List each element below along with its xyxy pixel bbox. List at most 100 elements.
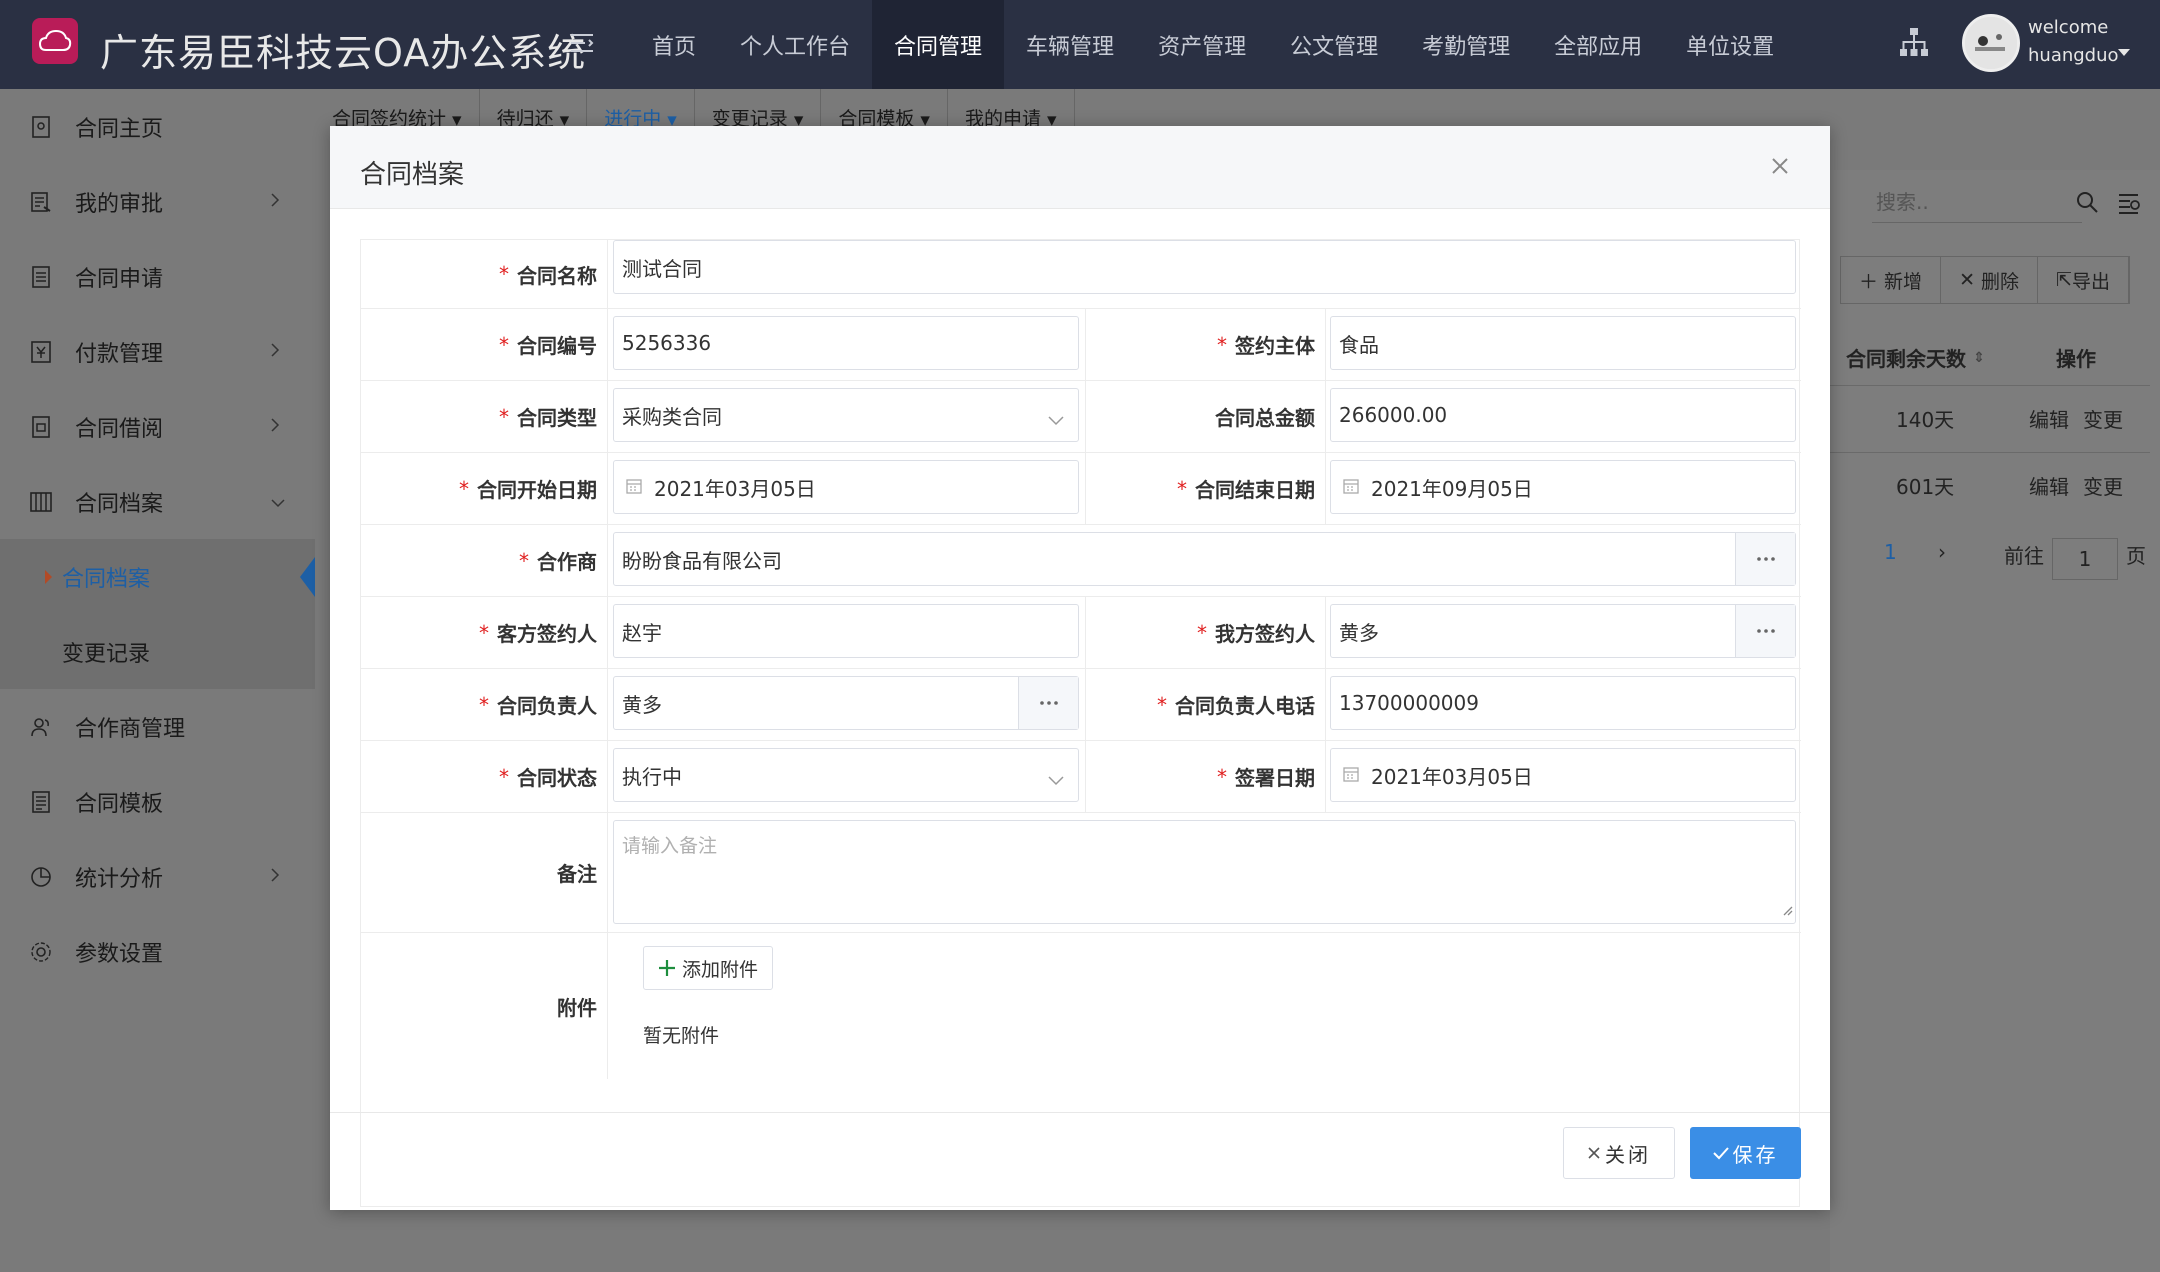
calendar-icon [1343,763,1359,787]
tab-signing-stats[interactable]: 合同签约统计 ▾ [315,89,480,131]
sidebar-item-settings[interactable]: 参数设置 [0,914,315,989]
sidebar-item-label: 合同模板 [75,791,164,817]
sidebar-item-my-approval[interactable]: 我的审批 [0,164,315,239]
delete-button-label: 删除 [1981,270,2020,293]
chevron-right-icon [270,189,280,214]
user-info[interactable]: welcome huangduo [2028,14,2119,70]
sidebar-item-archive[interactable]: 合同档案 [0,464,315,539]
signing-party-input[interactable]: 食品 [1330,316,1796,370]
contract-type-select[interactable]: 采购类合同 [613,388,1079,442]
tab-my-applications[interactable]: 我的申请 ▾ [948,89,1075,131]
contract-name-input[interactable]: 测试合同 [613,240,1796,294]
sidebar-item-contract-home[interactable]: 合同主页 [0,89,315,164]
edit-link[interactable]: 编辑 [2029,398,2069,438]
sort-icon[interactable]: ⇕ [1973,350,1985,366]
add-attachment-button[interactable]: 添加附件 [643,946,773,990]
nav-home[interactable]: 首页 [630,0,718,89]
column-header-remaining-days[interactable]: 合同剩余天数 ⇕ [1846,330,1985,385]
org-chart-icon[interactable] [1898,26,1930,63]
end-date-picker[interactable]: 2021年09月05日 [1330,460,1796,514]
sidebar-item-label: 我的审批 [75,191,164,217]
status-select[interactable]: 执行中 [613,748,1079,802]
cell-divider [607,381,608,452]
cell-divider [1325,669,1326,740]
more-icon[interactable] [1735,605,1795,657]
cell-divider [607,525,608,596]
delete-button[interactable]: ✕ 删除 [1941,257,2039,303]
resize-handle-icon[interactable] [1781,899,1793,921]
contract-number-input[interactable]: 5256336 [613,316,1079,370]
pager-next-icon[interactable]: › [1938,540,1946,564]
tab-pending-return[interactable]: 待归还 ▾ [480,89,588,131]
cell-divider [607,309,608,380]
more-icon[interactable] [1018,677,1078,729]
nav-attendance[interactable]: 考勤管理 [1400,0,1532,89]
sign-date-picker[interactable]: 2021年03月05日 [1330,748,1796,802]
sidebar-subitem-change-log[interactable]: 变更记录 [0,614,315,689]
tab-templates[interactable]: 合同模板 ▾ [821,89,948,131]
manager-input[interactable]: 黄多 [613,676,1079,730]
user-avatar[interactable] [1962,14,2020,72]
advanced-search-icon[interactable] [2118,192,2142,219]
nav-vehicles[interactable]: 车辆管理 [1004,0,1136,89]
chevron-down-icon [1048,767,1064,791]
tab-change-log[interactable]: 变更记录 ▾ [695,89,822,131]
sidebar-item-stats[interactable]: 统计分析 [0,839,315,914]
total-amount-input[interactable]: 266000.00 [1330,388,1796,442]
close-icon[interactable] [1770,156,1790,181]
close-button[interactable]: 关闭 [1563,1127,1675,1179]
partner-label: * 合作商 [361,525,607,596]
menu-toggle-icon[interactable] [570,32,594,59]
remark-textarea[interactable]: 请输入备注 [613,820,1796,924]
input-value: 盼盼食品有限公司 [622,548,782,573]
client-signer-input[interactable]: 赵宇 [613,604,1079,658]
chevron-right-icon [270,864,280,889]
chevron-down-icon [270,489,286,514]
caret-down-icon[interactable] [2118,38,2130,62]
sidebar-item-payment[interactable]: 付款管理 [0,314,315,389]
app-logo [32,18,78,64]
sidebar-item-contract-apply[interactable]: 合同申请 [0,239,315,314]
sidebar: 合同主页 我的审批 合同申请 付款管理 合同借阅 合同档案 合同档案 变更记录 … [0,89,315,1272]
our-signer-input[interactable]: 黄多 [1330,604,1796,658]
sidebar-item-partner[interactable]: 合作商管理 [0,689,315,764]
user-name: huangduo [2028,45,2119,66]
partner-input[interactable]: 盼盼食品有限公司 [613,532,1796,586]
sign-date-label: * 签署日期 [1085,741,1325,812]
search-input[interactable]: 搜索.. [1876,186,1929,215]
nav-all-apps[interactable]: 全部应用 [1532,0,1664,89]
sidebar-item-template[interactable]: 合同模板 [0,764,315,839]
add-button[interactable]: ＋ 新增 [1841,257,1942,303]
partner-icon [30,716,52,738]
cell-divider [607,597,608,668]
field-label: 合同负责人电话 [1175,694,1315,718]
nav-assets[interactable]: 资产管理 [1136,0,1268,89]
save-button[interactable]: 保存 [1690,1127,1801,1179]
sidebar-item-borrow[interactable]: 合同借阅 [0,389,315,464]
required-mark: * [499,332,509,357]
pager-suffix: 页 [2126,544,2146,568]
pager-goto-input[interactable]: 1 [2052,538,2118,580]
required-mark: * [459,476,469,501]
sidebar-item-label: 付款管理 [75,341,164,367]
textarea-placeholder: 请输入备注 [622,835,718,857]
nav-documents[interactable]: 公文管理 [1268,0,1400,89]
nav-org-settings[interactable]: 单位设置 [1664,0,1796,89]
sidebar-subitem-archive[interactable]: 合同档案 [0,539,315,614]
more-icon[interactable] [1735,533,1795,585]
nav-contracts[interactable]: 合同管理 [872,0,1005,89]
manager-phone-input[interactable]: 13700000009 [1330,676,1796,730]
pager-current[interactable]: 1 [1884,540,1897,564]
cell-divider [1325,741,1326,812]
cell-divider [607,453,608,524]
edit-link[interactable]: 编辑 [2029,465,2069,505]
date-value: 2021年03月05日 [1371,764,1533,789]
tab-in-progress[interactable]: 进行中 ▾ [587,89,695,131]
search-icon[interactable] [2075,190,2099,219]
export-button[interactable]: ⇱ 导出 [2038,257,2129,303]
start-date-picker[interactable]: 2021年03月05日 [613,460,1079,514]
change-link[interactable]: 变更 [2083,398,2123,438]
nav-workspace[interactable]: 个人工作台 [718,0,872,89]
contract-archive-dialog: 合同档案 * 合同名称 测试合同 * 合同编号 5256336 * 签约主体 食品 *… [330,126,1830,1210]
change-link[interactable]: 变更 [2083,465,2123,505]
